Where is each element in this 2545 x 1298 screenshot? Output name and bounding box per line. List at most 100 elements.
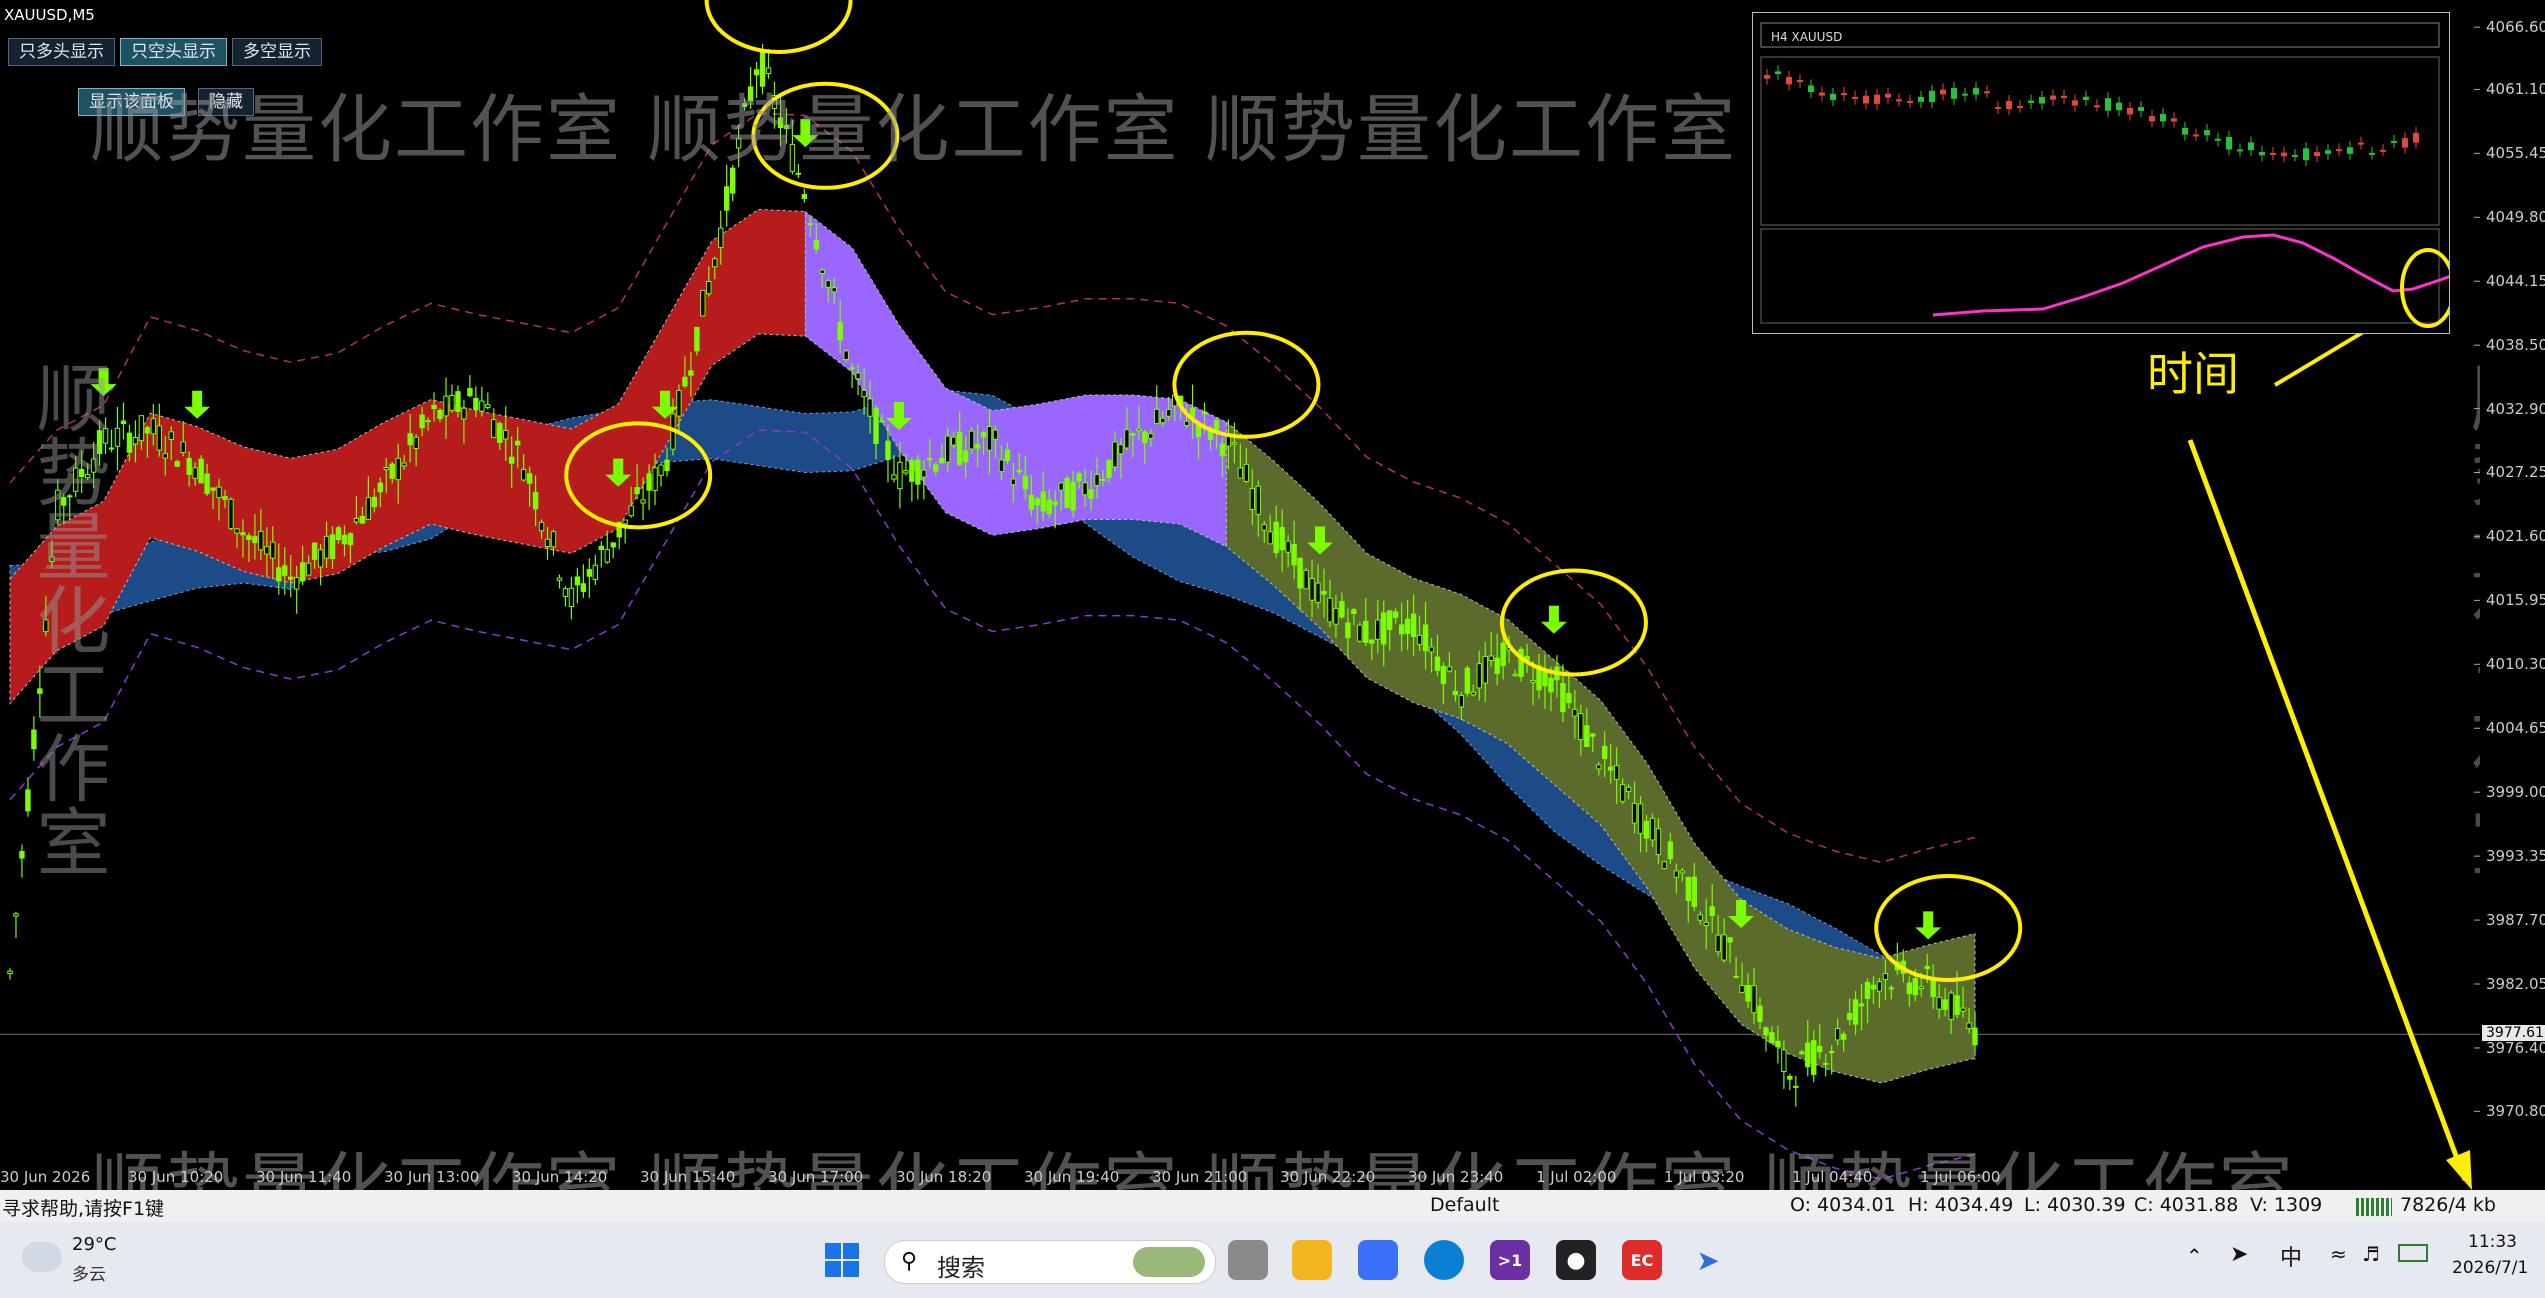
candle-body xyxy=(1637,803,1644,834)
long-only-button[interactable]: 只多头显示 xyxy=(8,38,115,66)
trend-band-2 xyxy=(1225,421,1976,1084)
time-tick-label: 30 Jun 11:40 xyxy=(256,1168,352,1186)
candle-body xyxy=(1279,527,1285,551)
short-only-button[interactable]: 只空头显示 xyxy=(120,38,227,66)
candle-body xyxy=(831,287,837,293)
candle-body xyxy=(156,425,163,451)
candle-body xyxy=(1076,473,1082,482)
chart-area[interactable]: XAUUSD,M5 只多头显示 只空头显示 多空显示 显示该面板 隐藏 顺势量化… xyxy=(0,0,2544,1231)
candle-body xyxy=(491,419,497,438)
candle-body xyxy=(1727,937,1733,943)
candle-body xyxy=(1954,995,1960,1015)
candle-body xyxy=(228,498,234,529)
chat-app-icon[interactable] xyxy=(1358,1240,1398,1280)
taskbar-search[interactable]: ⚲ 搜索 xyxy=(884,1240,1216,1284)
battery-icon[interactable] xyxy=(2398,1244,2428,1262)
candle-body xyxy=(586,569,593,577)
inset-candle-body xyxy=(1962,93,1968,96)
candle-body xyxy=(1930,979,1936,998)
inset-candle-body xyxy=(1896,99,1902,102)
task-view-icon[interactable] xyxy=(1228,1240,1268,1280)
inset-candle-body xyxy=(2259,151,2265,156)
candle-body xyxy=(1775,1040,1781,1048)
highlight-circle xyxy=(704,0,853,54)
search-icon: ⚲ xyxy=(901,1249,918,1274)
candle-body xyxy=(592,564,599,580)
candle-body xyxy=(1333,607,1339,625)
candle-body xyxy=(270,541,276,559)
candle-body xyxy=(473,397,479,410)
candle-body xyxy=(873,407,879,444)
candle-body xyxy=(1243,463,1250,482)
price-tick-label: 3999.00 xyxy=(2486,783,2545,802)
sell-arrow-icon xyxy=(1915,911,1942,940)
status-high: H: 4034.49 xyxy=(1908,1194,2014,1216)
candle-body xyxy=(1936,996,1942,1010)
inset-candle-body xyxy=(1808,85,1814,92)
candle-body xyxy=(443,395,449,417)
candle-body xyxy=(299,562,306,582)
terminal-icon[interactable]: >1 xyxy=(1490,1240,1530,1280)
inset-candle-body xyxy=(1775,71,1781,75)
candle-body xyxy=(246,535,252,541)
candle-body xyxy=(652,467,658,491)
candle-body xyxy=(1160,417,1166,424)
candle-body xyxy=(1601,745,1608,760)
candle-body xyxy=(915,459,921,485)
search-placeholder: 搜索 xyxy=(937,1254,985,1282)
symbol-label: XAUUSD,M5 xyxy=(4,6,95,24)
candle-body xyxy=(825,280,831,288)
price-tick-label: 4044.15 xyxy=(2486,272,2545,291)
chevron-up-icon[interactable]: ⌃ xyxy=(2186,1244,2203,1268)
candle-body xyxy=(1960,1007,1966,1012)
candle-body xyxy=(198,458,204,484)
candle-body xyxy=(580,583,587,592)
candle-body xyxy=(1578,713,1584,741)
clock-time[interactable]: 11:33 xyxy=(2468,1232,2517,1252)
inset-candle-body xyxy=(2083,96,2089,100)
candle-body xyxy=(1584,725,1590,747)
windows-start-icon[interactable] xyxy=(822,1240,862,1280)
inset-osc-line xyxy=(1932,233,2484,317)
candle-body xyxy=(126,432,133,453)
candle-body xyxy=(1912,978,1918,996)
inset-candle-body xyxy=(1929,90,1935,102)
annotation-arrow-line-2 xyxy=(2187,439,2468,1181)
candle-body xyxy=(1811,1040,1817,1075)
inset-candle-body xyxy=(1819,92,1825,96)
trading-app-icon[interactable]: ➤ xyxy=(1688,1240,1728,1280)
candle-body xyxy=(867,398,873,417)
candle-body xyxy=(401,462,407,467)
time-tick-label: 30 Jun 13:00 xyxy=(384,1168,480,1186)
ec-app-icon[interactable]: EC xyxy=(1622,1240,1662,1280)
send-icon[interactable]: ➤ xyxy=(2230,1242,2248,1267)
candle-body xyxy=(1906,982,1913,995)
qq-icon[interactable]: ● xyxy=(1556,1240,1596,1280)
inset-candle-body xyxy=(2039,97,2045,104)
candle-body xyxy=(927,457,933,461)
candle-body xyxy=(413,436,419,450)
candle-body xyxy=(897,461,903,490)
candle-body xyxy=(1058,482,1064,491)
candle-body xyxy=(1834,1028,1841,1041)
candle-body xyxy=(431,404,437,409)
clock-date[interactable]: 2026/7/1 xyxy=(2452,1258,2528,1278)
long-short-button[interactable]: 多空显示 xyxy=(232,38,322,66)
status-bar: 寻求帮助,请按F1键 Default O: 4034.01 H: 4034.49… xyxy=(0,1190,2545,1222)
candle-body xyxy=(419,414,425,429)
candle-body xyxy=(1303,569,1309,590)
file-explorer-icon[interactable] xyxy=(1292,1240,1332,1280)
speaker-icon[interactable]: ♬ xyxy=(2362,1242,2380,1266)
candle-body xyxy=(144,427,151,434)
candle-body xyxy=(1781,1049,1787,1073)
status-profile[interactable]: Default xyxy=(1430,1194,1499,1216)
wifi-icon[interactable]: ≈ xyxy=(2330,1242,2347,1266)
candle-body xyxy=(1751,985,1757,1014)
edge-browser-icon[interactable] xyxy=(1424,1240,1464,1280)
candle-body xyxy=(1183,420,1190,427)
candle-body xyxy=(1542,671,1548,687)
current-price-label: 3977.61 xyxy=(2482,1025,2545,1042)
ime-indicator[interactable]: 中 xyxy=(2280,1240,2302,1272)
candle-body xyxy=(855,372,861,380)
candle-body xyxy=(7,970,13,975)
